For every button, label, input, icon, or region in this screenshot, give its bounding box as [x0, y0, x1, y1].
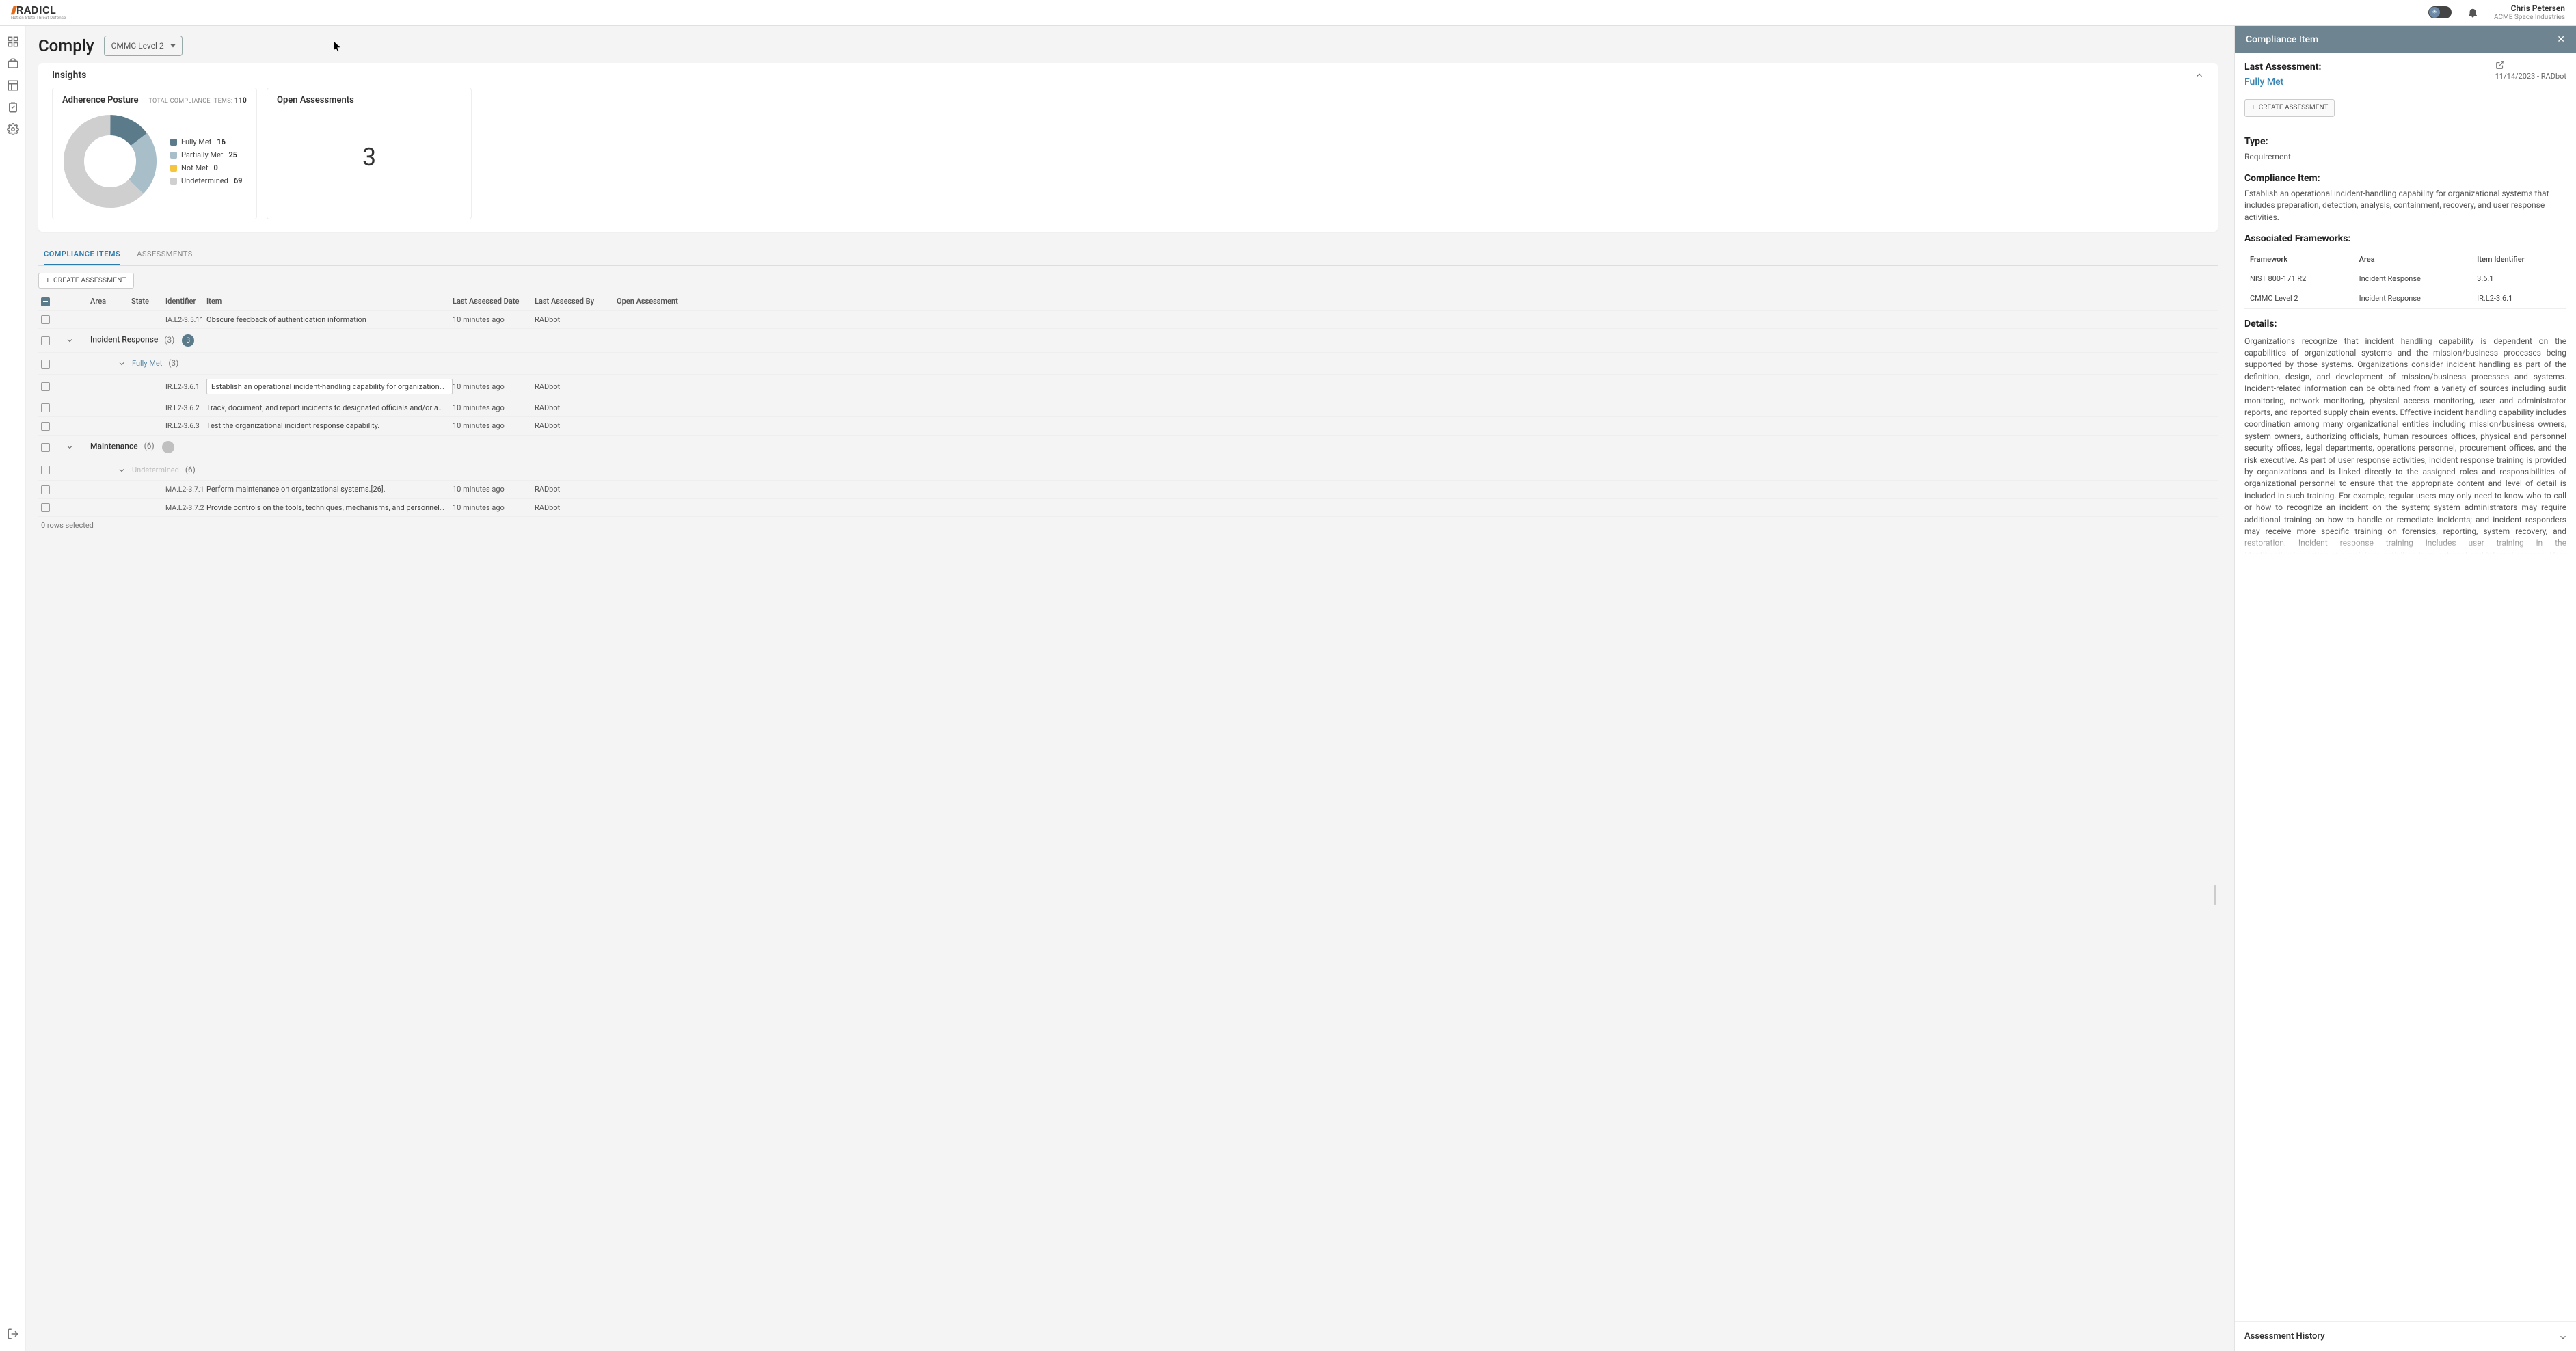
last-assessment-date: 11/14/2023 - RADbot — [2495, 71, 2566, 82]
row-checkbox[interactable] — [41, 485, 50, 494]
table-row[interactable]: IR.L2-3.6.2 Track, document, and report … — [38, 399, 2218, 418]
level-select[interactable]: CMMC Level 2 — [104, 36, 183, 56]
collapse-icon[interactable] — [2195, 70, 2204, 80]
insights-title: Insights — [52, 70, 86, 81]
col-identifier[interactable]: Identifier — [165, 297, 206, 306]
tab-assessments[interactable]: ASSESSMENTS — [137, 244, 193, 265]
dashboard-icon[interactable] — [7, 36, 19, 48]
group-incident-response[interactable]: Incident Response (3) 3 — [38, 329, 2218, 353]
row-checkbox[interactable] — [41, 403, 50, 412]
table-row: CMMC Level 2 Incident Response IR.L2-3.6… — [2244, 289, 2566, 309]
chevron-down-icon[interactable] — [66, 443, 74, 451]
settings-icon[interactable] — [7, 123, 19, 135]
plus-icon: + — [46, 277, 50, 284]
chevron-down-icon[interactable] — [118, 360, 126, 368]
group-checkbox[interactable] — [41, 360, 50, 369]
group-checkbox[interactable] — [41, 336, 50, 345]
close-icon[interactable]: ✕ — [2557, 34, 2565, 45]
chart-legend: Fully Met16 Partially Met25 Not Met0 Und… — [170, 137, 242, 185]
assessment-history-toggle[interactable]: Assessment History — [2235, 1321, 2576, 1351]
main-content: Comply CMMC Level 2 Insights Adherence P… — [26, 26, 2234, 1351]
row-checkbox[interactable] — [41, 315, 50, 324]
sun-icon: ☀ — [2429, 7, 2440, 18]
clipboard-icon[interactable] — [7, 101, 19, 113]
page-title: Comply — [38, 36, 94, 55]
frameworks-table: Framework Area Item Identifier NIST 800-… — [2244, 250, 2566, 310]
open-external-icon[interactable] — [2495, 60, 2505, 70]
type-label: Type: — [2244, 135, 2566, 148]
panel-title: Compliance Item — [2246, 34, 2318, 45]
panel-create-assessment-button[interactable]: + CREATE ASSESSMENT — [2244, 99, 2335, 118]
table-row[interactable]: MA.L2-3.7.2 Provide controls on the tool… — [38, 499, 2218, 518]
table-row[interactable]: IR.L2-3.6.1 Establish an operational inc… — [38, 375, 2218, 399]
logout-icon[interactable] — [7, 1328, 19, 1340]
compliance-items-table: Area State Identifier Item Last Assessed… — [38, 293, 2218, 1351]
table-row: NIST 800-171 R2 Incident Response 3.6.1 — [2244, 269, 2566, 289]
notifications-icon[interactable] — [2467, 6, 2479, 18]
insights-panel: Insights Adherence Posture TOTAL COMPLIA… — [38, 63, 2218, 232]
compliance-item-label: Compliance Item: — [2244, 172, 2566, 185]
group-checkbox[interactable] — [41, 466, 50, 474]
col-item[interactable]: Item — [206, 297, 453, 306]
col-open[interactable]: Open Assessment — [617, 297, 699, 306]
chevron-down-icon[interactable] — [66, 336, 74, 345]
type-value: Requirement — [2244, 151, 2566, 163]
state-fully-met[interactable]: Fully Met (3) — [38, 353, 2218, 374]
user-menu[interactable]: Chris Petersen ACME Space Industries — [2494, 3, 2565, 21]
state-undetermined[interactable]: Undetermined (6) — [38, 459, 2218, 481]
col-last-date[interactable]: Last Assessed Date — [453, 297, 535, 306]
adherence-posture-card: Adherence Posture TOTAL COMPLIANCE ITEMS… — [52, 88, 257, 219]
open-assessments-card: Open Assessments 3 — [267, 88, 472, 219]
theme-toggle[interactable]: ☀ — [2428, 6, 2452, 18]
create-assessment-button[interactable]: + CREATE ASSESSMENT — [38, 273, 134, 289]
table-row[interactable]: MA.L2-3.7.1 Perform maintenance on organ… — [38, 481, 2218, 499]
last-assessment-label: Last Assessment: — [2244, 60, 2321, 74]
left-nav-rail — [0, 26, 26, 1351]
badge-count — [162, 441, 174, 453]
scroll-thumb[interactable] — [2214, 885, 2216, 905]
chevron-down-icon — [2558, 1333, 2566, 1341]
table-row[interactable]: IA.L2-3.5.11 Obscure feedback of authent… — [38, 311, 2218, 330]
rows-selected-footer: 0 rows selected — [38, 517, 2218, 534]
briefcase-icon[interactable] — [7, 57, 19, 70]
row-checkbox[interactable] — [41, 503, 50, 512]
group-maintenance[interactable]: Maintenance (6) — [38, 436, 2218, 459]
donut-chart — [62, 113, 158, 209]
details-label: Details: — [2244, 317, 2566, 331]
tab-compliance-items[interactable]: COMPLIANCE ITEMS — [44, 244, 120, 265]
logo[interactable]: ///RADICL Nation State Threat Defense — [11, 5, 66, 21]
last-assessment-value: Fully Met — [2244, 75, 2321, 89]
plus-icon: + — [2251, 103, 2255, 113]
tabs-row: COMPLIANCE ITEMS ASSESSMENTS — [38, 244, 2218, 266]
col-last-by[interactable]: Last Assessed By — [535, 297, 617, 306]
row-checkbox[interactable] — [41, 422, 50, 431]
layout-icon[interactable] — [7, 79, 19, 92]
top-header: ///RADICL Nation State Threat Defense ☀ … — [0, 0, 2576, 26]
select-all-checkbox[interactable] — [41, 297, 50, 306]
total-compliance-items: TOTAL COMPLIANCE ITEMS: 110 — [148, 97, 247, 105]
col-area[interactable]: Area — [90, 297, 131, 306]
open-assessments-title: Open Assessments — [277, 95, 461, 105]
details-text: Organizations recognize that incident ha… — [2244, 336, 2566, 554]
badge-count: 3 — [182, 334, 194, 347]
open-assessments-count: 3 — [277, 105, 461, 209]
posture-title: Adherence Posture — [62, 95, 139, 105]
frameworks-label: Associated Frameworks: — [2244, 232, 2566, 245]
table-row[interactable]: IR.L2-3.6.3 Test the organizational inci… — [38, 417, 2218, 436]
group-checkbox[interactable] — [41, 443, 50, 452]
compliance-item-panel: Compliance Item ✕ Last Assessment: Fully… — [2234, 26, 2576, 1351]
col-state[interactable]: State — [131, 297, 165, 306]
row-checkbox[interactable] — [41, 382, 50, 391]
compliance-item-text: Establish an operational incident-handli… — [2244, 188, 2566, 224]
chevron-down-icon[interactable] — [118, 466, 126, 474]
